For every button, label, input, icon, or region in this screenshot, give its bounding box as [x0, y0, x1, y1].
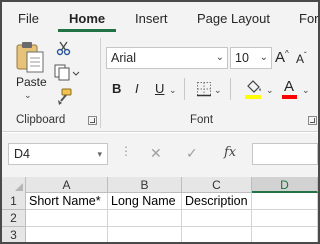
font-color-icon[interactable]: A	[284, 78, 294, 95]
tab-formulas[interactable]: Formulas	[299, 11, 318, 26]
cell-b1[interactable]: Long Name	[108, 193, 182, 210]
select-all-button[interactable]	[2, 177, 26, 193]
clipboard-dialog-launcher-icon[interactable]	[88, 116, 97, 125]
cut-icon[interactable]	[56, 40, 72, 61]
chevron-down-icon[interactable]: ▾	[97, 149, 102, 160]
cell-a3[interactable]	[26, 227, 108, 242]
font-name-value: Arial	[111, 51, 137, 65]
cell-a2[interactable]	[26, 210, 108, 227]
chevron-down-icon[interactable]: ⌄	[214, 85, 222, 96]
font-group-label: Font	[190, 114, 214, 126]
italic-button[interactable]: I	[135, 81, 139, 96]
format-painter-icon[interactable]	[55, 88, 73, 111]
name-box-value: D4	[14, 147, 30, 161]
cell-c1[interactable]: Description	[182, 193, 252, 210]
tab-file[interactable]: File	[18, 11, 39, 26]
ribbon-tabs: File Home Insert Page Layout Formulas	[2, 2, 318, 32]
cell-d1[interactable]	[252, 193, 318, 210]
column-header-a[interactable]: A	[26, 177, 108, 193]
underline-button[interactable]: U	[155, 81, 164, 96]
cell-c2[interactable]	[182, 210, 252, 227]
group-separator	[100, 38, 101, 128]
divider	[230, 78, 231, 100]
clipboard-group-label: Clipboard	[16, 114, 66, 126]
paste-icon[interactable]	[14, 40, 48, 79]
cell-c3[interactable]	[182, 227, 252, 242]
chevron-down-icon[interactable]: ⌄	[302, 85, 310, 96]
fill-color-bar	[245, 95, 261, 99]
increase-font-size-icon[interactable]: A^	[275, 49, 289, 66]
insert-function-icon[interactable]: fx	[224, 145, 236, 160]
copy-icon[interactable]	[54, 64, 80, 87]
formula-input[interactable]	[252, 143, 318, 165]
column-header-c[interactable]: C	[182, 177, 252, 193]
decrease-font-size-icon[interactable]: Aˇ	[296, 51, 307, 66]
cell-b2[interactable]	[108, 210, 182, 227]
column-header-b[interactable]: B	[108, 177, 182, 193]
font-name-combo[interactable]: Arial ⌄	[106, 47, 228, 69]
name-box[interactable]: D4 ▾	[8, 143, 108, 165]
chevron-down-icon[interactable]: ⌄	[169, 85, 177, 96]
chevron-down-icon[interactable]: ⌄	[260, 52, 268, 63]
cell-a1[interactable]: Short Name*	[26, 193, 108, 210]
divider	[184, 78, 185, 100]
row-header-2[interactable]: 2	[2, 210, 26, 227]
cancel-icon[interactable]: ✕	[150, 145, 162, 162]
formula-bar: D4 ▾ ⋮ ✕ ✓ fx	[2, 133, 318, 177]
font-dialog-launcher-icon[interactable]	[308, 116, 317, 125]
row-header-3[interactable]: 3	[2, 227, 26, 242]
tab-home[interactable]: Home	[69, 11, 105, 26]
excel-window: File Home Insert Page Layout Formulas Pa…	[0, 0, 320, 244]
paste-dropdown-icon[interactable]: ⌄	[24, 90, 32, 101]
column-header-d[interactable]: D	[252, 177, 318, 193]
chevron-down-icon[interactable]: ⌄	[216, 52, 224, 63]
tab-insert[interactable]: Insert	[135, 11, 168, 26]
cell-b3[interactable]	[108, 227, 182, 242]
borders-icon[interactable]	[196, 81, 212, 102]
row-header-1[interactable]: 1	[2, 193, 26, 210]
font-size-combo[interactable]: 10 ⌄	[230, 47, 272, 69]
tab-page-layout[interactable]: Page Layout	[197, 11, 270, 26]
cell-d3[interactable]	[252, 227, 318, 242]
more-icon: ⋮	[120, 144, 132, 158]
chevron-down-icon[interactable]: ⌄	[266, 85, 274, 96]
font-size-value: 10	[235, 51, 249, 65]
cell-d2[interactable]	[252, 210, 318, 227]
bold-button[interactable]: B	[112, 81, 121, 96]
paste-button-label[interactable]: Paste	[16, 75, 47, 89]
ribbon-home: Paste ⌄ Clipboard Arial ⌄ 10 ⌄ A^ Aˇ B I…	[2, 32, 318, 132]
worksheet-grid: A B C D 1 2 3 Short Name* Long Name Desc…	[2, 177, 318, 242]
font-color-bar	[282, 95, 297, 99]
enter-icon[interactable]: ✓	[186, 145, 198, 162]
